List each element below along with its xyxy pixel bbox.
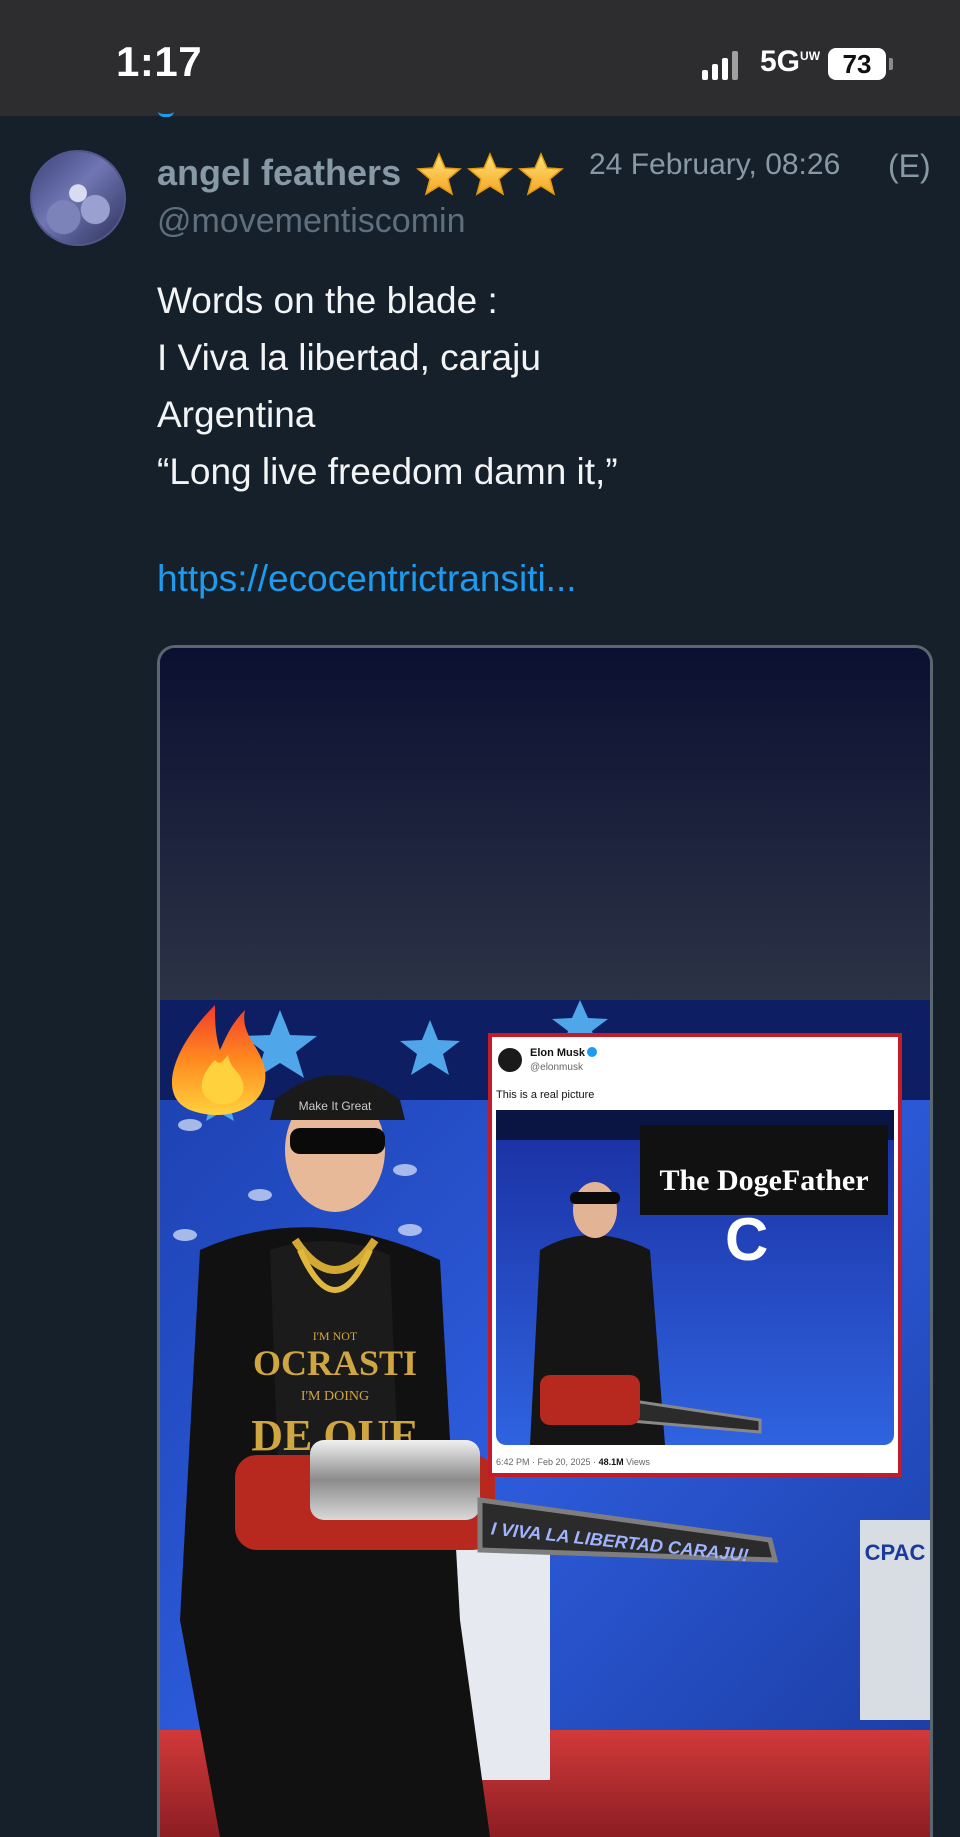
media-card[interactable]: CPAC Make It Great I'M NOT OCRASTI I'M D… (157, 645, 933, 1837)
user-handle[interactable]: @movementiscomin (157, 202, 466, 241)
star-icon (519, 153, 563, 195)
star-icon (417, 153, 461, 195)
cellular-signal-icon (702, 50, 738, 80)
cap-text: Make It Great (299, 1099, 372, 1113)
post-text-line: I Viva la libertad, caraju (157, 337, 541, 378)
previous-post-indicator (158, 104, 174, 117)
battery-icon: 73 (828, 48, 886, 80)
star-badges (417, 153, 563, 195)
verified-icon (587, 1047, 597, 1057)
post-timestamp: 24 February, 08:26 (589, 148, 841, 181)
battery-nub (889, 58, 893, 70)
tweet-footer-date: 6:42 PM · Feb 20, 2025 · (496, 1457, 599, 1467)
tweet-text: This is a real picture (496, 1089, 594, 1101)
attached-photo[interactable]: CPAC Make It Great I'M NOT OCRASTI I'M D… (160, 1000, 930, 1837)
shirt-line: I'M DOING (301, 1389, 369, 1404)
status-time: 1:17 (116, 38, 203, 85)
network-label: 5G (760, 45, 801, 78)
edited-marker: (E) (888, 148, 931, 184)
tweet-footer: 6:42 PM · Feb 20, 2025 · 48.1M Views (496, 1457, 650, 1467)
avatar[interactable] (30, 150, 126, 246)
tweet-handle: @elonmusk (530, 1062, 584, 1073)
user-display-name[interactable]: angel feathers (157, 152, 401, 194)
network-type: 5GUW (760, 45, 820, 79)
post-text-line: Words on the blade : (157, 280, 498, 321)
tweet-image-caption: The DogeFather (659, 1164, 868, 1197)
post-text: Words on the blade : I Viva la libertad,… (157, 272, 927, 500)
post-link[interactable]: https://ecocentrictransiti... (157, 558, 577, 600)
shirt-line: OCRASTI (253, 1343, 417, 1383)
shirt-line: I'M NOT (313, 1329, 358, 1343)
status-bar: 1:17 5GUW 73 (0, 0, 960, 116)
tweet-image-letter: C (725, 1206, 768, 1273)
media-dark-header (160, 648, 930, 1000)
tweet-views-count: 48.1M (599, 1457, 624, 1467)
network-superscript: UW (800, 49, 821, 63)
post-text-line: Argentina (157, 394, 316, 435)
tweet-author: Elon Musk (530, 1047, 586, 1059)
cpac-sign-text: CPAC (865, 1540, 926, 1565)
tweet-views-label: Views (624, 1457, 651, 1467)
star-icon (468, 153, 512, 195)
post-text-line: “Long live freedom damn it,” (157, 451, 618, 492)
embedded-tweet: Elon Musk @elonmusk This is a real pictu… (488, 1033, 902, 1477)
tweet-avatar (498, 1048, 522, 1072)
